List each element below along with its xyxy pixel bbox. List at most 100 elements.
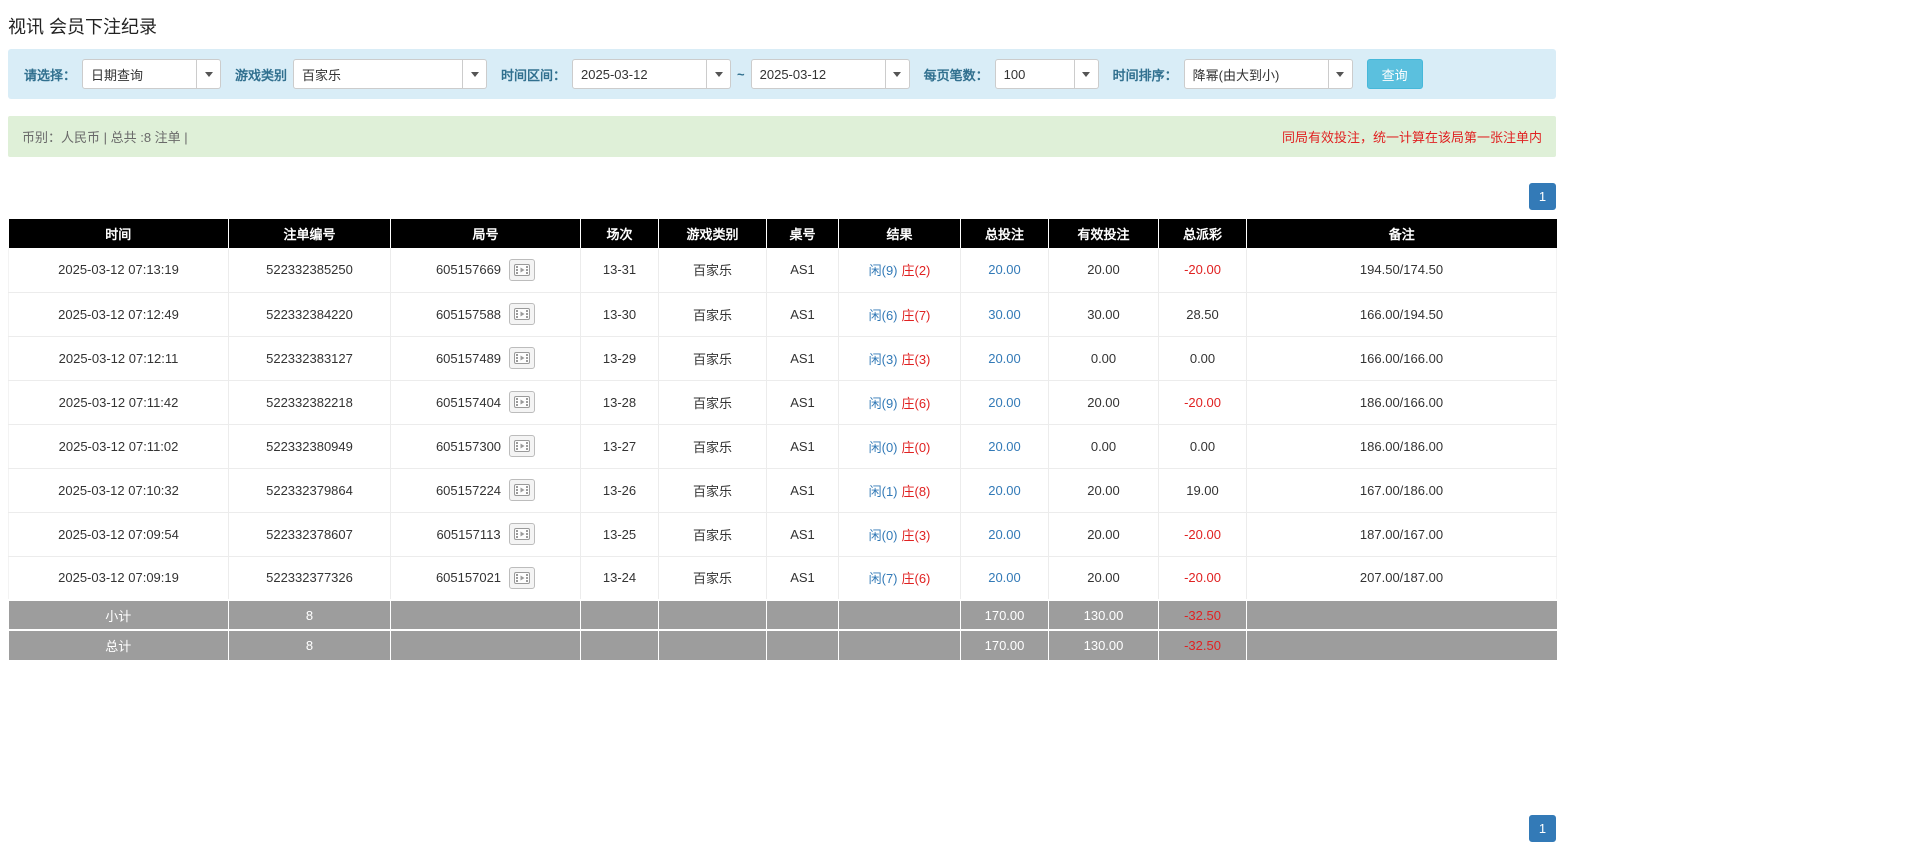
date-from-dropdown-button[interactable]: [707, 59, 732, 89]
footer-total-bet: 170.00: [960, 629, 1049, 660]
caret-down-icon: [893, 71, 902, 77]
per-page-dropdown-button[interactable]: [1074, 59, 1099, 89]
cell-session: 13-29: [580, 336, 659, 381]
table-row: 2025-03-12 07:13:19 522332385250 6051576…: [8, 248, 1557, 293]
cell-bet-id: 522332377326: [228, 556, 391, 601]
video-replay-button[interactable]: [509, 391, 536, 413]
total-bet-link[interactable]: 20.00: [988, 351, 1021, 366]
cell-result: 闲(3) 庄(3): [838, 336, 961, 381]
result-banker: 庄(6): [901, 395, 931, 411]
film-frame-icon: [514, 440, 531, 452]
cell-payout: -20.00: [1158, 556, 1247, 601]
table-header-row: 时间 注单编号 局号 场次 游戏类别 桌号 结果 总投注 有效投注 总派彩 备注: [8, 219, 1557, 248]
cell-round: 605157224: [390, 468, 581, 513]
caret-down-icon: [1082, 71, 1091, 77]
search-button[interactable]: 查询: [1366, 59, 1423, 89]
cell-round: 605157113: [390, 512, 581, 557]
cell-remark: 186.00/166.00: [1246, 380, 1557, 425]
game-type-dropdown-button[interactable]: [463, 59, 488, 89]
table-row: 2025-03-12 07:09:19 522332377326 6051570…: [8, 556, 1557, 601]
total-bet-link[interactable]: 20.00: [988, 483, 1021, 498]
cell-valid-bet: 20.00: [1048, 248, 1159, 293]
result-player: 闲(9): [868, 263, 898, 279]
cell-time: 2025-03-12 07:09:54: [8, 512, 229, 557]
cell-game-type: 百家乐: [658, 468, 767, 513]
time-range-label: 时间区间：: [501, 67, 567, 83]
table-foot: 小计 8 170.00 130.00 -32.50 总计 8 170.00 13…: [8, 599, 1557, 660]
footer-count: 8: [228, 629, 391, 660]
video-replay-button[interactable]: [509, 566, 536, 589]
video-replay-button[interactable]: [508, 523, 535, 545]
cell-remark: 207.00/187.00: [1246, 556, 1557, 601]
filter-bar: 请选择： 游戏类别 时间区间： ~ 每页笔数： 时间排序：: [8, 49, 1556, 99]
video-replay-button[interactable]: [509, 347, 536, 369]
column-header: 局号: [390, 219, 581, 248]
valid-bet-notice-text: 同局有效投注，统一计算在该局第一张注单内: [1281, 130, 1542, 145]
sort-dropdown-button[interactable]: [1328, 59, 1353, 89]
cell-payout: -20.00: [1158, 248, 1247, 293]
caret-down-icon: [204, 71, 213, 77]
page-1-button-bottom[interactable]: 1: [1529, 815, 1556, 842]
table-body: 2025-03-12 07:13:19 522332385250 6051576…: [8, 248, 1557, 601]
cell-round: 605157669: [390, 248, 581, 293]
round-number: 605157404: [435, 394, 502, 410]
bet-records-table: 时间 注单编号 局号 场次 游戏类别 桌号 结果 总投注 有效投注 总派彩 备注 2025-03-1…: [8, 219, 1557, 660]
date-to-input[interactable]: [750, 59, 886, 89]
result-player: 闲(0): [868, 439, 898, 455]
page-container: 视讯 会员下注纪录 请选择： 游戏类别 时间区间： ~ 每页笔数： 时间排序：: [8, 0, 1557, 842]
result-banker: 庄(3): [901, 527, 931, 543]
cell-payout: -20.00: [1158, 380, 1247, 425]
cell-bet-id: 522332379864: [228, 468, 391, 513]
cell-total-bet: 20.00: [960, 556, 1049, 601]
cell-table-no: AS1: [766, 424, 839, 469]
total-bet-link[interactable]: 20.00: [988, 439, 1021, 454]
video-replay-button[interactable]: [509, 303, 536, 325]
cell-session: 13-25: [580, 512, 659, 557]
total-bet-link[interactable]: 20.00: [988, 570, 1021, 585]
cell-result: 闲(9) 庄(6): [838, 380, 961, 425]
date-to-dropdown-button[interactable]: [885, 59, 910, 89]
video-replay-button[interactable]: [509, 479, 536, 501]
summary-row: 总计 8 170.00 130.00 -32.50: [8, 629, 1557, 660]
column-header: 总投注: [960, 219, 1049, 248]
query-type-dropdown-button[interactable]: [197, 59, 222, 89]
cell-table-no: AS1: [766, 380, 839, 425]
game-type-input[interactable]: [293, 59, 464, 89]
total-bet-link[interactable]: 20.00: [988, 395, 1021, 410]
page-1-button[interactable]: 1: [1529, 183, 1556, 210]
round-number: 605157588: [435, 306, 502, 322]
cell-remark: 186.00/186.00: [1246, 424, 1557, 469]
video-replay-button[interactable]: [509, 258, 536, 281]
cell-game-type: 百家乐: [658, 380, 767, 425]
total-bet-link[interactable]: 30.00: [988, 307, 1021, 322]
sort-combo: [1183, 59, 1353, 89]
cell-payout: 0.00: [1158, 336, 1247, 381]
per-page-label: 每页笔数：: [923, 67, 989, 83]
round-number: 605157021: [435, 570, 502, 586]
cell-table-no: AS1: [766, 292, 839, 337]
query-type-input[interactable]: [82, 59, 198, 89]
cell-remark: 187.00/167.00: [1246, 512, 1557, 557]
cell-valid-bet: 0.00: [1048, 336, 1159, 381]
cell-game-type: 百家乐: [658, 424, 767, 469]
total-bet-link[interactable]: 20.00: [988, 527, 1021, 542]
column-header: 注单编号: [228, 219, 391, 248]
date-from-input[interactable]: [572, 59, 708, 89]
film-frame-icon: [514, 396, 531, 408]
cell-total-bet: 20.00: [960, 248, 1049, 293]
cell-payout: 0.00: [1158, 424, 1247, 469]
table-row: 2025-03-12 07:11:02 522332380949 6051573…: [8, 424, 1557, 469]
total-bet-link[interactable]: 20.00: [988, 262, 1021, 277]
cell-total-bet: 20.00: [960, 468, 1049, 513]
column-header: 总派彩: [1158, 219, 1247, 248]
query-type-combo: [82, 59, 222, 89]
summary-row: 小计 8 170.00 130.00 -32.50: [8, 599, 1557, 630]
cell-payout: 28.50: [1158, 292, 1247, 337]
sort-input[interactable]: [1183, 59, 1329, 89]
video-replay-button[interactable]: [509, 435, 536, 457]
column-header: 时间: [8, 219, 229, 248]
currency-total-text: 币别：人民币 | 总共 :8 注单 |: [22, 130, 188, 145]
per-page-input[interactable]: [994, 59, 1075, 89]
round-number: 605157300: [435, 438, 502, 454]
footer-remark: [1246, 599, 1557, 630]
